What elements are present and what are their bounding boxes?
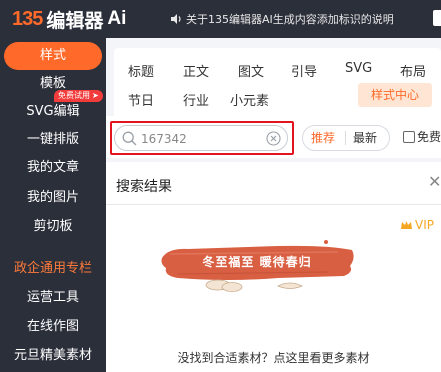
category-title[interactable]: 标题 — [128, 61, 154, 80]
app-logo[interactable]: 135 编辑器 Ai — [12, 6, 126, 32]
sidebar-item-svg-edit[interactable]: 免费试用 ➤ SVG编辑 — [0, 90, 106, 125]
sidebar-item-my-articles[interactable]: 我的文章 — [0, 155, 106, 181]
divider — [106, 204, 441, 205]
sidebar-item-ops-tools[interactable]: 运营工具 — [0, 285, 106, 311]
category-body[interactable]: 正文 — [183, 61, 209, 80]
tab-latest[interactable]: 最新 — [353, 126, 377, 150]
sidebar-item-new-year-assets[interactable]: 元旦精美素材 — [0, 343, 106, 369]
notice-link[interactable]: 关于135编辑器AI生成内容添加标识的说明 — [170, 11, 394, 27]
category-small-elements[interactable]: 小元素 — [230, 90, 269, 109]
sidebar-item-label: 运营工具 — [26, 290, 79, 305]
category-guide[interactable]: 引导 — [291, 61, 317, 80]
logo-number: 135 — [12, 7, 43, 30]
free-checkbox[interactable] — [403, 131, 415, 143]
logo-ai: Ai — [107, 8, 127, 29]
sidebar-item-label: 政企通用专栏 — [13, 261, 92, 276]
sidebar-item-label: 我的文章 — [26, 160, 79, 175]
sidebar-section-gov-enterprise[interactable]: 政企通用专栏 — [0, 256, 106, 282]
tab-recommended[interactable]: 推荐 — [311, 126, 335, 150]
category-layout[interactable]: 布局 — [400, 61, 426, 80]
top-bar: 135 编辑器 Ai 关于135编辑器AI生成内容添加标识的说明 — [0, 0, 441, 38]
sidebar-item-label: 剪切板 — [33, 219, 73, 234]
category-festival[interactable]: 节日 — [128, 90, 154, 109]
style-center-label: 样式中心 — [370, 88, 419, 102]
speaker-icon — [171, 14, 181, 24]
sidebar-item-clipboard[interactable]: 剪切板 — [0, 214, 106, 240]
sidebar-item-label: 模板 — [39, 76, 66, 91]
crown-icon — [401, 221, 412, 229]
results-title: 搜索结果 — [116, 179, 172, 195]
free-trial-badge: 免费试用 ➤ — [54, 90, 103, 102]
main-panel: 标题 正文 图文 引导 SVG 布局 节日 行业 小元素 样式中心 推荐 — [106, 38, 441, 372]
banner-text: 冬至福至 暖待春归 — [202, 255, 312, 269]
more-assets-link[interactable]: 没找到合适素材？点这里看更多素材 — [106, 349, 441, 366]
tab-divider — [345, 131, 346, 145]
promo-banner[interactable]: 冬至福至 暖待春归 — [158, 236, 356, 294]
style-center-button[interactable]: 样式中心 — [358, 83, 432, 107]
sidebar-item-label: 我的图片 — [26, 190, 79, 205]
highlight-frame — [110, 121, 294, 155]
sidebar-item-styles[interactable]: 样式 — [4, 42, 102, 70]
sidebar: 样式 模板 免费试用 ➤ SVG编辑 一键排版 我的文章 我的图片 剪切板 政企通… — [0, 38, 106, 372]
sidebar-item-label: SVG编辑 — [26, 104, 80, 119]
sidebar-item-label: 一键排版 — [26, 132, 79, 147]
sidebar-item-my-images[interactable]: 我的图片 — [0, 185, 106, 211]
free-label: 免费 — [417, 130, 441, 144]
sidebar-item-one-click-layout[interactable]: 一键排版 — [0, 127, 106, 153]
vip-badge: VIP — [400, 218, 434, 232]
category-image-text[interactable]: 图文 — [238, 61, 264, 80]
sidebar-item-label: 在线作图 — [26, 319, 79, 334]
sidebar-item-online-design[interactable]: 在线作图 — [0, 314, 106, 340]
category-svg[interactable]: SVG — [345, 61, 372, 76]
category-industry[interactable]: 行业 — [183, 90, 209, 109]
sidebar-item-label: 元旦精美素材 — [13, 348, 92, 363]
top-right-edge — [433, 10, 441, 26]
badge-label: 免费试用 — [58, 91, 90, 100]
search-row: 推荐 最新 免费 — [106, 116, 441, 158]
sidebar-item-label: 样式 — [39, 48, 66, 63]
close-icon[interactable]: ✕ — [428, 172, 441, 191]
vip-label: VIP — [415, 218, 434, 232]
search-results-panel: 搜索结果 ✕ VIP 冬至福至 暖待春归 没找到合适素材？点这里看更多素材 — [106, 162, 441, 372]
logo-text: 编辑器 — [46, 9, 104, 32]
notice-text: 关于135编辑器AI生成内容添加标识的说明 — [186, 13, 394, 26]
sort-tabs: 推荐 最新 — [302, 125, 390, 151]
arrow-icon: ➤ — [92, 91, 99, 100]
